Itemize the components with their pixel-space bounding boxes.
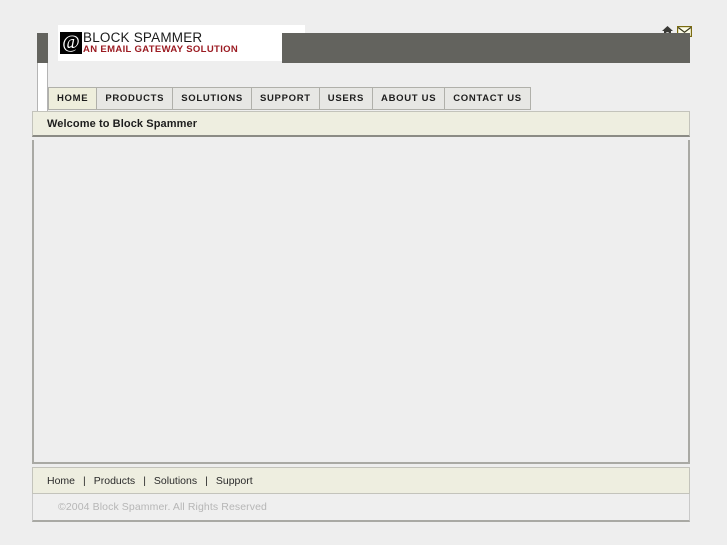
footer-link-home[interactable]: Home bbox=[47, 475, 75, 487]
site-header: @ BLOCK SPAMMER AN EMAIL GATEWAY SOLUTIO… bbox=[37, 25, 690, 63]
header-left-rail bbox=[37, 63, 48, 112]
header-left-accent-block bbox=[37, 33, 48, 63]
nav-tab-users[interactable]: USERS bbox=[319, 87, 374, 110]
footer-link-bar: Home | Products | Solutions | Support bbox=[32, 467, 690, 494]
main-content-area bbox=[32, 140, 690, 464]
nav-tab-home[interactable]: HOME bbox=[48, 87, 98, 110]
footer-link-support[interactable]: Support bbox=[216, 475, 253, 487]
nav-tab-about-us[interactable]: ABOUT US bbox=[373, 87, 446, 110]
logo-text-group: BLOCK SPAMMER AN EMAIL GATEWAY SOLUTION bbox=[83, 31, 238, 54]
footer-separator: | bbox=[143, 474, 146, 487]
footer-separator: | bbox=[205, 474, 208, 487]
copyright-text: ©2004 Block Spammer. All Rights Reserved bbox=[58, 501, 267, 513]
nav-tab-solutions[interactable]: SOLUTIONS bbox=[173, 87, 252, 110]
copyright-bar: ©2004 Block Spammer. All Rights Reserved bbox=[32, 494, 690, 522]
nav-tab-support[interactable]: SUPPORT bbox=[251, 87, 320, 110]
brand-title: BLOCK SPAMMER bbox=[83, 30, 203, 46]
header-banner-bar bbox=[282, 33, 690, 63]
site-logo[interactable]: @ BLOCK SPAMMER AN EMAIL GATEWAY SOLUTIO… bbox=[58, 25, 305, 61]
footer-separator: | bbox=[83, 474, 86, 487]
page-title-bar: Welcome to Block Spammer bbox=[32, 111, 690, 137]
main-navigation: HOME PRODUCTS SOLUTIONS SUPPORT USERS ABOUT U… bbox=[48, 87, 531, 110]
brand-tagline: AN EMAIL GATEWAY SOLUTION bbox=[83, 44, 239, 56]
page-title: Welcome to Block Spammer bbox=[47, 117, 198, 130]
footer-link-solutions[interactable]: Solutions bbox=[154, 475, 197, 487]
nav-tab-contact-us[interactable]: CONTACT US bbox=[445, 87, 531, 110]
nav-tab-products[interactable]: PRODUCTS bbox=[97, 87, 174, 110]
footer-link-products[interactable]: Products bbox=[94, 475, 135, 487]
at-symbol-icon: @ bbox=[60, 32, 82, 54]
